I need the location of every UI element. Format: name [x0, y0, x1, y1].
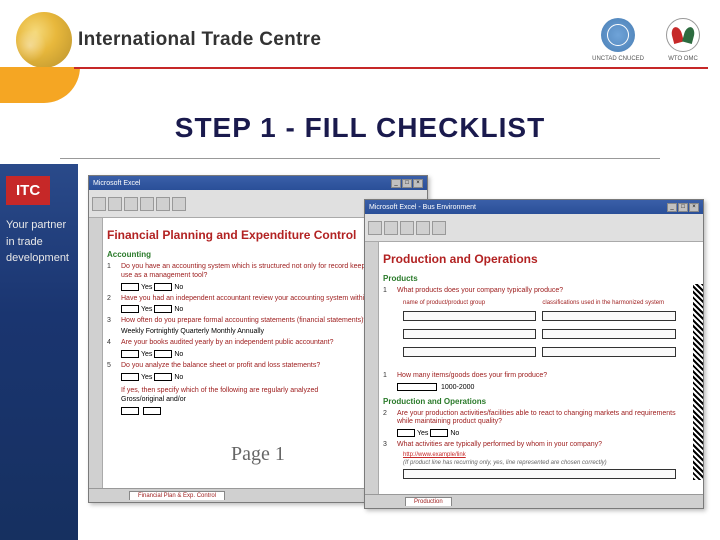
sheet-tab[interactable]: Production — [405, 497, 452, 506]
answer-row: Yes No — [397, 429, 693, 437]
checkbox[interactable] — [121, 407, 139, 415]
text-field[interactable] — [403, 311, 536, 321]
tagline-3: development — [6, 250, 72, 267]
question-p1: 1What products does your company typical… — [397, 287, 693, 296]
text-field[interactable] — [403, 347, 536, 357]
hyperlink[interactable]: http://www.example/link — [403, 452, 693, 458]
question-text: How many items/goods does your firm prod… — [397, 372, 547, 379]
close-button[interactable]: × — [413, 179, 423, 188]
wto-label: WTO OMC — [666, 56, 700, 62]
text-field[interactable] — [542, 347, 675, 357]
checkbox[interactable] — [154, 305, 172, 313]
question-p1b: 1How many items/goods does your firm pro… — [397, 372, 693, 381]
toolbar-button[interactable] — [140, 197, 154, 211]
text-field[interactable] — [542, 329, 675, 339]
toolbar-button[interactable] — [384, 221, 398, 235]
content-area: Microsoft Excel _ □ × Financial Planning… — [82, 175, 714, 534]
window-title: Microsoft Excel — [93, 180, 391, 187]
question-text: What activities are typically performed … — [397, 441, 602, 448]
checkbox[interactable] — [121, 350, 139, 358]
row-headers — [365, 242, 379, 494]
toolbar-button[interactable] — [92, 197, 106, 211]
checkbox[interactable] — [121, 283, 139, 291]
question-text: What products does your company typicall… — [397, 287, 563, 294]
tagline-1: Your partner — [6, 217, 72, 234]
text-field[interactable] — [542, 311, 675, 321]
toolbar-button[interactable] — [156, 197, 170, 211]
text-field[interactable] — [403, 329, 536, 339]
minimize-button[interactable]: _ — [391, 179, 401, 188]
window-buttons: _ □ × — [391, 179, 423, 188]
question-text: Are your books audited yearly by an inde… — [121, 339, 333, 346]
toolbar-button[interactable] — [124, 197, 138, 211]
decorative-curve — [0, 67, 80, 103]
question-p2: 2Are your production activities/faciliti… — [397, 410, 693, 428]
subsection-header: Products — [383, 274, 693, 283]
checkbox[interactable] — [154, 283, 172, 291]
un-wreath-icon — [601, 18, 635, 52]
itc-badge: ITC — [6, 176, 50, 205]
col-label: classifications used in the harmonized s… — [542, 300, 664, 306]
tagline-2: in trade — [6, 234, 72, 251]
maximize-button[interactable]: □ — [402, 179, 412, 188]
slide-title: STEP 1 - FILL CHECKLIST — [0, 112, 720, 144]
input-row — [403, 344, 693, 362]
unctad-logo: UNCTAD CNUCED — [592, 18, 644, 62]
titlebar: Microsoft Excel - Bus Environment _ □ × — [365, 200, 703, 214]
header-rule — [74, 67, 708, 69]
toolbar-button[interactable] — [172, 197, 186, 211]
org-logo-block: International Trade Centre — [16, 12, 321, 68]
checkbox[interactable] — [121, 373, 139, 381]
checkbox[interactable] — [397, 429, 415, 437]
question-p3: 3What activities are typically performed… — [397, 441, 693, 450]
checkbox[interactable] — [154, 350, 172, 358]
page-number: Page 1 — [231, 443, 285, 466]
wto-icon — [666, 18, 700, 52]
checkbox[interactable] — [154, 373, 172, 381]
globe-icon — [16, 12, 72, 68]
row-headers — [89, 218, 103, 488]
worksheet: Production and Operations Products 1What… — [365, 242, 703, 494]
section-title: Production and Operations — [383, 252, 693, 266]
question-text: How often do you prepare formal accounti… — [121, 317, 367, 324]
text-field[interactable] — [403, 469, 676, 479]
unctad-label: UNCTAD CNUCED — [592, 56, 644, 62]
toolbar-button[interactable] — [432, 221, 446, 235]
wto-logo: WTO OMC — [666, 18, 700, 62]
close-button[interactable]: × — [689, 203, 699, 212]
maximize-button[interactable]: □ — [678, 203, 688, 212]
col-label: name of product/product group — [403, 300, 536, 306]
input-row — [403, 326, 693, 344]
column-labels: name of product/product group classifica… — [403, 300, 693, 306]
toolbar-button[interactable] — [400, 221, 414, 235]
title-rule — [60, 158, 660, 159]
slide-header: International Trade Centre UNCTAD CNUCED… — [0, 0, 720, 102]
input-row — [403, 308, 693, 326]
question-text: Are your production activities/facilitie… — [397, 410, 676, 426]
answer-row: 1000-2000 — [397, 383, 693, 391]
toolbar-button[interactable] — [108, 197, 122, 211]
titlebar: Microsoft Excel _ □ × — [89, 176, 427, 190]
question-text: Do you analyze the balance sheet or prof… — [121, 362, 320, 369]
toolbar-button[interactable] — [368, 221, 382, 235]
sheet-tab[interactable]: Financial Plan & Exp. Control — [129, 491, 225, 500]
checkbox[interactable] — [143, 407, 161, 415]
toolbar-button[interactable] — [416, 221, 430, 235]
scrollbar-pattern[interactable] — [693, 284, 703, 480]
window-buttons: _ □ × — [667, 203, 699, 212]
tagline: Your partner in trade development — [6, 217, 72, 267]
partner-logos: UNCTAD CNUCED WTO OMC — [592, 18, 700, 62]
excel-toolbar — [365, 214, 703, 242]
checkbox[interactable] — [121, 305, 139, 313]
text-field[interactable] — [397, 383, 437, 391]
checkbox[interactable] — [430, 429, 448, 437]
window-title: Microsoft Excel - Bus Environment — [369, 204, 667, 211]
minimize-button[interactable]: _ — [667, 203, 677, 212]
hint-text: (If product line has recurring only, yes… — [403, 460, 693, 466]
org-name: International Trade Centre — [78, 29, 321, 51]
sidebar: ITC Your partner in trade development — [0, 164, 78, 540]
sheet-tabs: Production — [365, 494, 703, 508]
subsection-header: Production and Operations — [383, 397, 693, 406]
excel-window-production: Microsoft Excel - Bus Environment _ □ × … — [364, 199, 704, 509]
